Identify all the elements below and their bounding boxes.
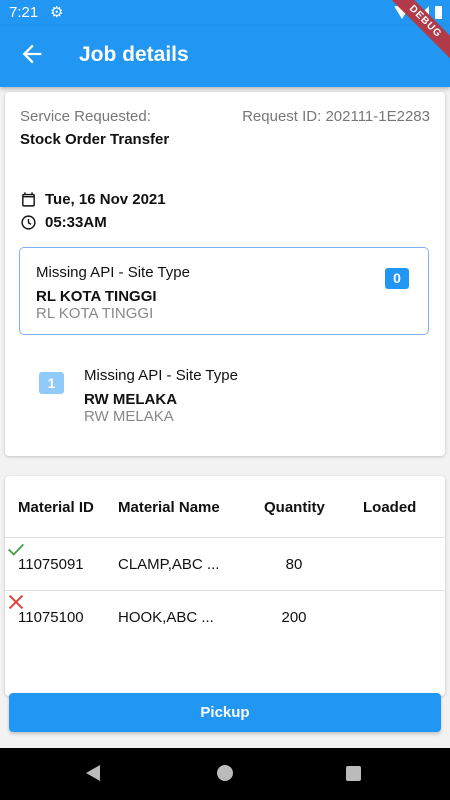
job-date: Tue, 16 Nov 2021 [45, 191, 166, 208]
service-label: Service Requested: [20, 108, 151, 125]
time-row: 05:33AM [20, 214, 107, 231]
material-quantity: 200 [281, 609, 307, 626]
site-item-1[interactable]: 1 Missing API - Site Type RW MELAKA RW M… [39, 364, 429, 434]
table-row: 11075091 CLAMP,ABC ... 80 [5, 538, 445, 590]
material-id: 11075100 [18, 609, 84, 626]
table-row: 11075100 HOOK,ABC ... 200 [5, 591, 445, 643]
site-name: RL KOTA TINGGI [36, 288, 157, 305]
header-quantity: Quantity [264, 499, 325, 516]
header-material-id: Material ID [18, 499, 94, 516]
site-type: Missing API - Site Type [84, 367, 238, 384]
header-material-name: Material Name [118, 499, 220, 516]
app-bar: Job details [0, 26, 450, 87]
status-time: 7:21 [9, 4, 39, 21]
pickup-button[interactable]: Pickup [9, 693, 441, 732]
job-details-card: Service Requested: Request ID: 202111-1E… [5, 92, 445, 456]
battery-icon [435, 6, 442, 19]
job-time: 05:33AM [45, 214, 107, 231]
system-nav-bar [0, 748, 450, 800]
nav-recents-icon[interactable] [346, 766, 361, 781]
gear-icon: ⚙ [50, 4, 64, 21]
status-bar: 7:21 ⚙ [0, 0, 450, 26]
clock-icon [21, 215, 36, 230]
site-index-badge: 1 [39, 372, 64, 394]
arrow-back-icon[interactable] [18, 40, 46, 68]
nav-home-icon[interactable] [217, 765, 233, 781]
site-subtitle: RL KOTA TINGGI [36, 305, 154, 322]
site-name: RW MELAKA [84, 391, 178, 408]
request-id: Request ID: 202111-1E2283 [242, 108, 430, 125]
material-name: CLAMP,ABC ... [118, 556, 220, 573]
material-id: 11075091 [18, 556, 84, 573]
material-quantity: 80 [285, 556, 303, 573]
material-name: HOOK,ABC ... [118, 609, 214, 626]
calendar-icon [22, 192, 35, 207]
date-row: Tue, 16 Nov 2021 [20, 191, 166, 208]
materials-table: Material ID Material Name Quantity Loade… [5, 476, 445, 696]
header-loaded: Loaded [363, 499, 417, 516]
site-type: Missing API - Site Type [36, 264, 190, 281]
nav-back-icon[interactable] [86, 765, 100, 781]
service-value: Stock Order Transfer [20, 131, 170, 148]
site-index-badge: 0 [385, 268, 409, 289]
site-subtitle: RW MELAKA [84, 408, 174, 425]
site-item-0[interactable]: Missing API - Site Type RL KOTA TINGGI R… [19, 247, 429, 335]
page-title: Job details [79, 43, 189, 66]
